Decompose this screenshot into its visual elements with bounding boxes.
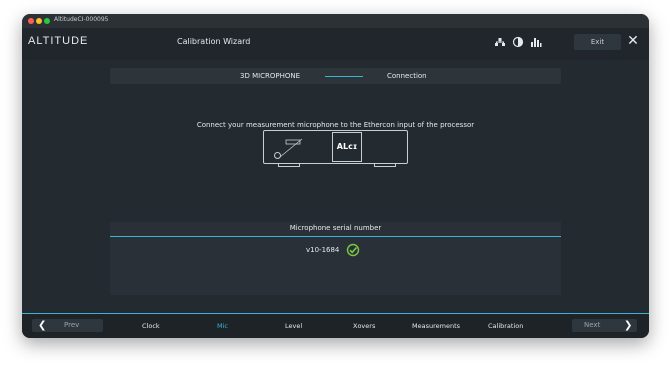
equalizer-icon[interactable] <box>530 36 542 48</box>
serial-number-title: Microphone serial number <box>289 224 382 232</box>
prev-label: Prev <box>64 321 80 329</box>
window-title: AltitudeCI-000095 <box>54 16 109 23</box>
prev-button[interactable]: ❮ Prev <box>32 319 103 332</box>
nav-clock[interactable]: Clock <box>142 322 160 330</box>
serial-number-panel: Microphone serial number v10-1684 <box>110 222 561 295</box>
processor-logo: ALᴄɪ <box>332 132 362 162</box>
exit-button[interactable]: Exit <box>574 34 621 50</box>
close-icon[interactable]: ✕ <box>626 34 640 48</box>
nav-calibration[interactable]: Calibration <box>488 322 523 330</box>
serial-divider <box>110 236 561 237</box>
app-header: ALTITUDE Calibration Wizard Exit ✕ <box>22 28 649 60</box>
instruction-text: Connect your measurement microphone to t… <box>196 121 475 129</box>
chevron-left-icon: ❮ <box>38 320 47 331</box>
serial-number-value: v10-1684 <box>306 246 340 254</box>
chevron-right-icon: ❯ <box>624 320 633 331</box>
altitude-logo: ALTITUDE <box>28 35 89 47</box>
page-title: Calibration Wizard <box>177 37 251 46</box>
device-foot-left <box>278 164 300 167</box>
nav-measurements[interactable]: Measurements <box>412 322 460 330</box>
step-connection: Connection <box>387 72 427 80</box>
nav-mic[interactable]: Mic <box>217 322 228 330</box>
nav-level[interactable]: Level <box>285 322 302 330</box>
close-window-button[interactable] <box>28 18 34 24</box>
check-icon <box>346 243 360 257</box>
step-3d-microphone: 3D MICROPHONE <box>240 72 301 80</box>
wizard-footer: ❮ Prev Clock Mic Level Xovers Measuremen… <box>22 313 649 338</box>
title-bar: AltitudeCI-000095 <box>22 14 649 28</box>
ethercon-port-icon <box>279 138 303 158</box>
jack-icon <box>274 152 281 159</box>
next-label: Next <box>584 321 601 329</box>
processor-illustration: ALᴄɪ <box>263 130 408 167</box>
device-foot-right <box>374 164 396 167</box>
app-window: AltitudeCI-000095 ALTITUDE Calibration W… <box>22 14 649 338</box>
contrast-icon[interactable] <box>512 36 524 48</box>
step-progress-line <box>325 76 363 77</box>
nav-xovers[interactable]: Xovers <box>353 322 375 330</box>
minimize-window-button[interactable] <box>36 18 42 24</box>
network-icon[interactable] <box>494 36 506 48</box>
next-button[interactable]: Next ❯ <box>572 319 637 332</box>
step-indicator: 3D MICROPHONE Connection <box>110 68 561 84</box>
maximize-window-button[interactable] <box>44 18 50 24</box>
